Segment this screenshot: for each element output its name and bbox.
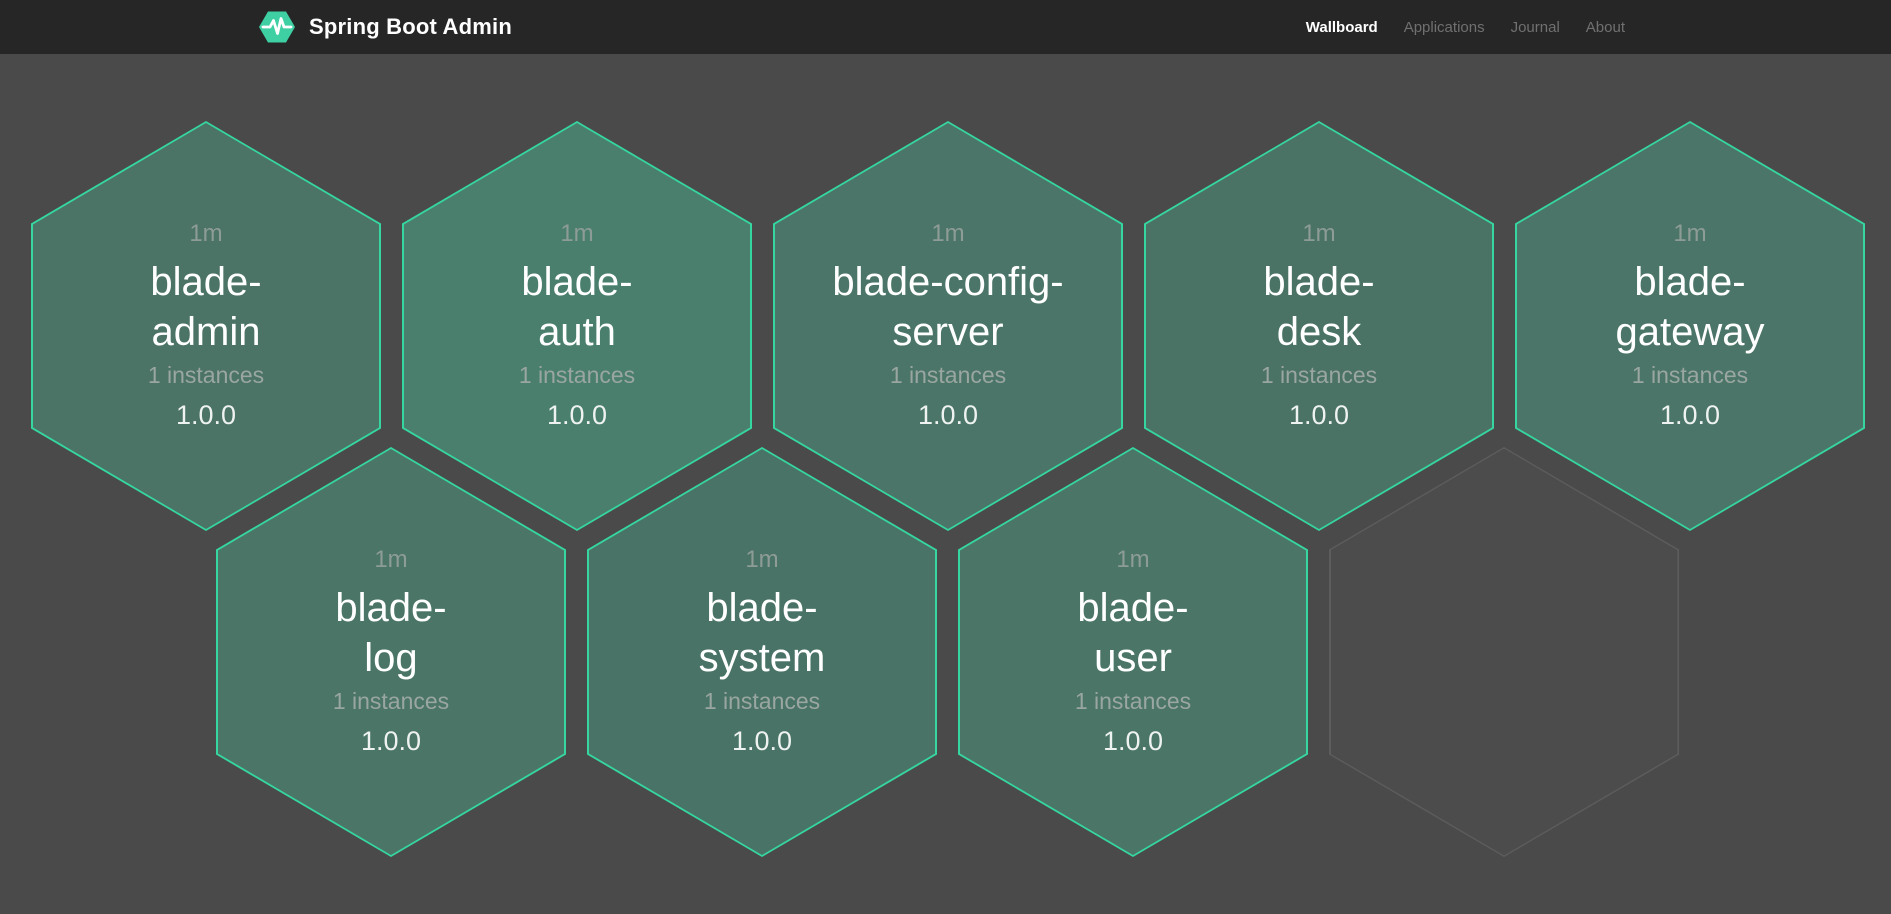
app-version: 1.0.0: [1289, 397, 1349, 433]
app-uptime: 1m: [1302, 219, 1335, 249]
nav-link-journal[interactable]: Journal: [1511, 19, 1560, 36]
nav-links: Wallboard Applications Journal About: [1306, 0, 1625, 54]
app-hexagon-blade-log[interactable]: 1m blade-log 1 instances 1.0.0: [216, 447, 566, 857]
app-name: blade-admin: [150, 257, 261, 357]
spring-boot-admin-logo-icon: [257, 9, 297, 45]
nav-link-wallboard[interactable]: Wallboard: [1306, 19, 1378, 36]
app-uptime: 1m: [931, 219, 964, 249]
app-hexagon-blade-system[interactable]: 1m blade-system 1 instances 1.0.0: [587, 447, 937, 857]
app-name: blade-user: [1077, 583, 1188, 683]
app-instances: 1 instances: [1261, 360, 1377, 390]
app-uptime: 1m: [1673, 219, 1706, 249]
app-instances: 1 instances: [333, 686, 449, 716]
app-hexagon-blade-user[interactable]: 1m blade-user 1 instances 1.0.0: [958, 447, 1308, 857]
app-name: blade-gateway: [1616, 257, 1765, 357]
app-instances: 1 instances: [1075, 686, 1191, 716]
app-hexagon-blade-admin[interactable]: 1m blade-admin 1 instances 1.0.0: [31, 121, 381, 531]
app-version: 1.0.0: [1103, 723, 1163, 759]
app-uptime: 1m: [189, 219, 222, 249]
app-version: 1.0.0: [918, 397, 978, 433]
brand-title: Spring Boot Admin: [309, 14, 512, 40]
app-version: 1.0.0: [361, 723, 421, 759]
app-instances: 1 instances: [148, 360, 264, 390]
app-instances: 1 instances: [1632, 360, 1748, 390]
app-name: blade-log: [335, 583, 446, 683]
app-version: 1.0.0: [176, 397, 236, 433]
app-name: blade-system: [699, 583, 826, 683]
app-hexagon-blade-config-server[interactable]: 1m blade-config-server 1 instances 1.0.0: [773, 121, 1123, 531]
nav-link-applications[interactable]: Applications: [1404, 19, 1485, 36]
app-uptime: 1m: [560, 219, 593, 249]
app-uptime: 1m: [745, 545, 778, 575]
nav-link-about[interactable]: About: [1586, 19, 1625, 36]
navbar: Spring Boot Admin Wallboard Applications…: [0, 0, 1891, 54]
app-hexagon-blade-auth[interactable]: 1m blade-auth 1 instances 1.0.0: [402, 121, 752, 531]
app-instances: 1 instances: [704, 686, 820, 716]
app-uptime: 1m: [374, 545, 407, 575]
empty-hexagon-placeholder: [1329, 447, 1679, 857]
app-version: 1.0.0: [732, 723, 792, 759]
app-name: blade-auth: [521, 257, 632, 357]
app-uptime: 1m: [1116, 545, 1149, 575]
app-name: blade-desk: [1263, 257, 1374, 357]
app-version: 1.0.0: [547, 397, 607, 433]
app-hexagon-blade-gateway[interactable]: 1m blade-gateway 1 instances 1.0.0: [1515, 121, 1865, 531]
app-version: 1.0.0: [1660, 397, 1720, 433]
brand[interactable]: Spring Boot Admin: [257, 0, 512, 54]
app-instances: 1 instances: [890, 360, 1006, 390]
app-instances: 1 instances: [519, 360, 635, 390]
app-hexagon-blade-desk[interactable]: 1m blade-desk 1 instances 1.0.0: [1144, 121, 1494, 531]
app-name: blade-config-server: [832, 257, 1063, 357]
